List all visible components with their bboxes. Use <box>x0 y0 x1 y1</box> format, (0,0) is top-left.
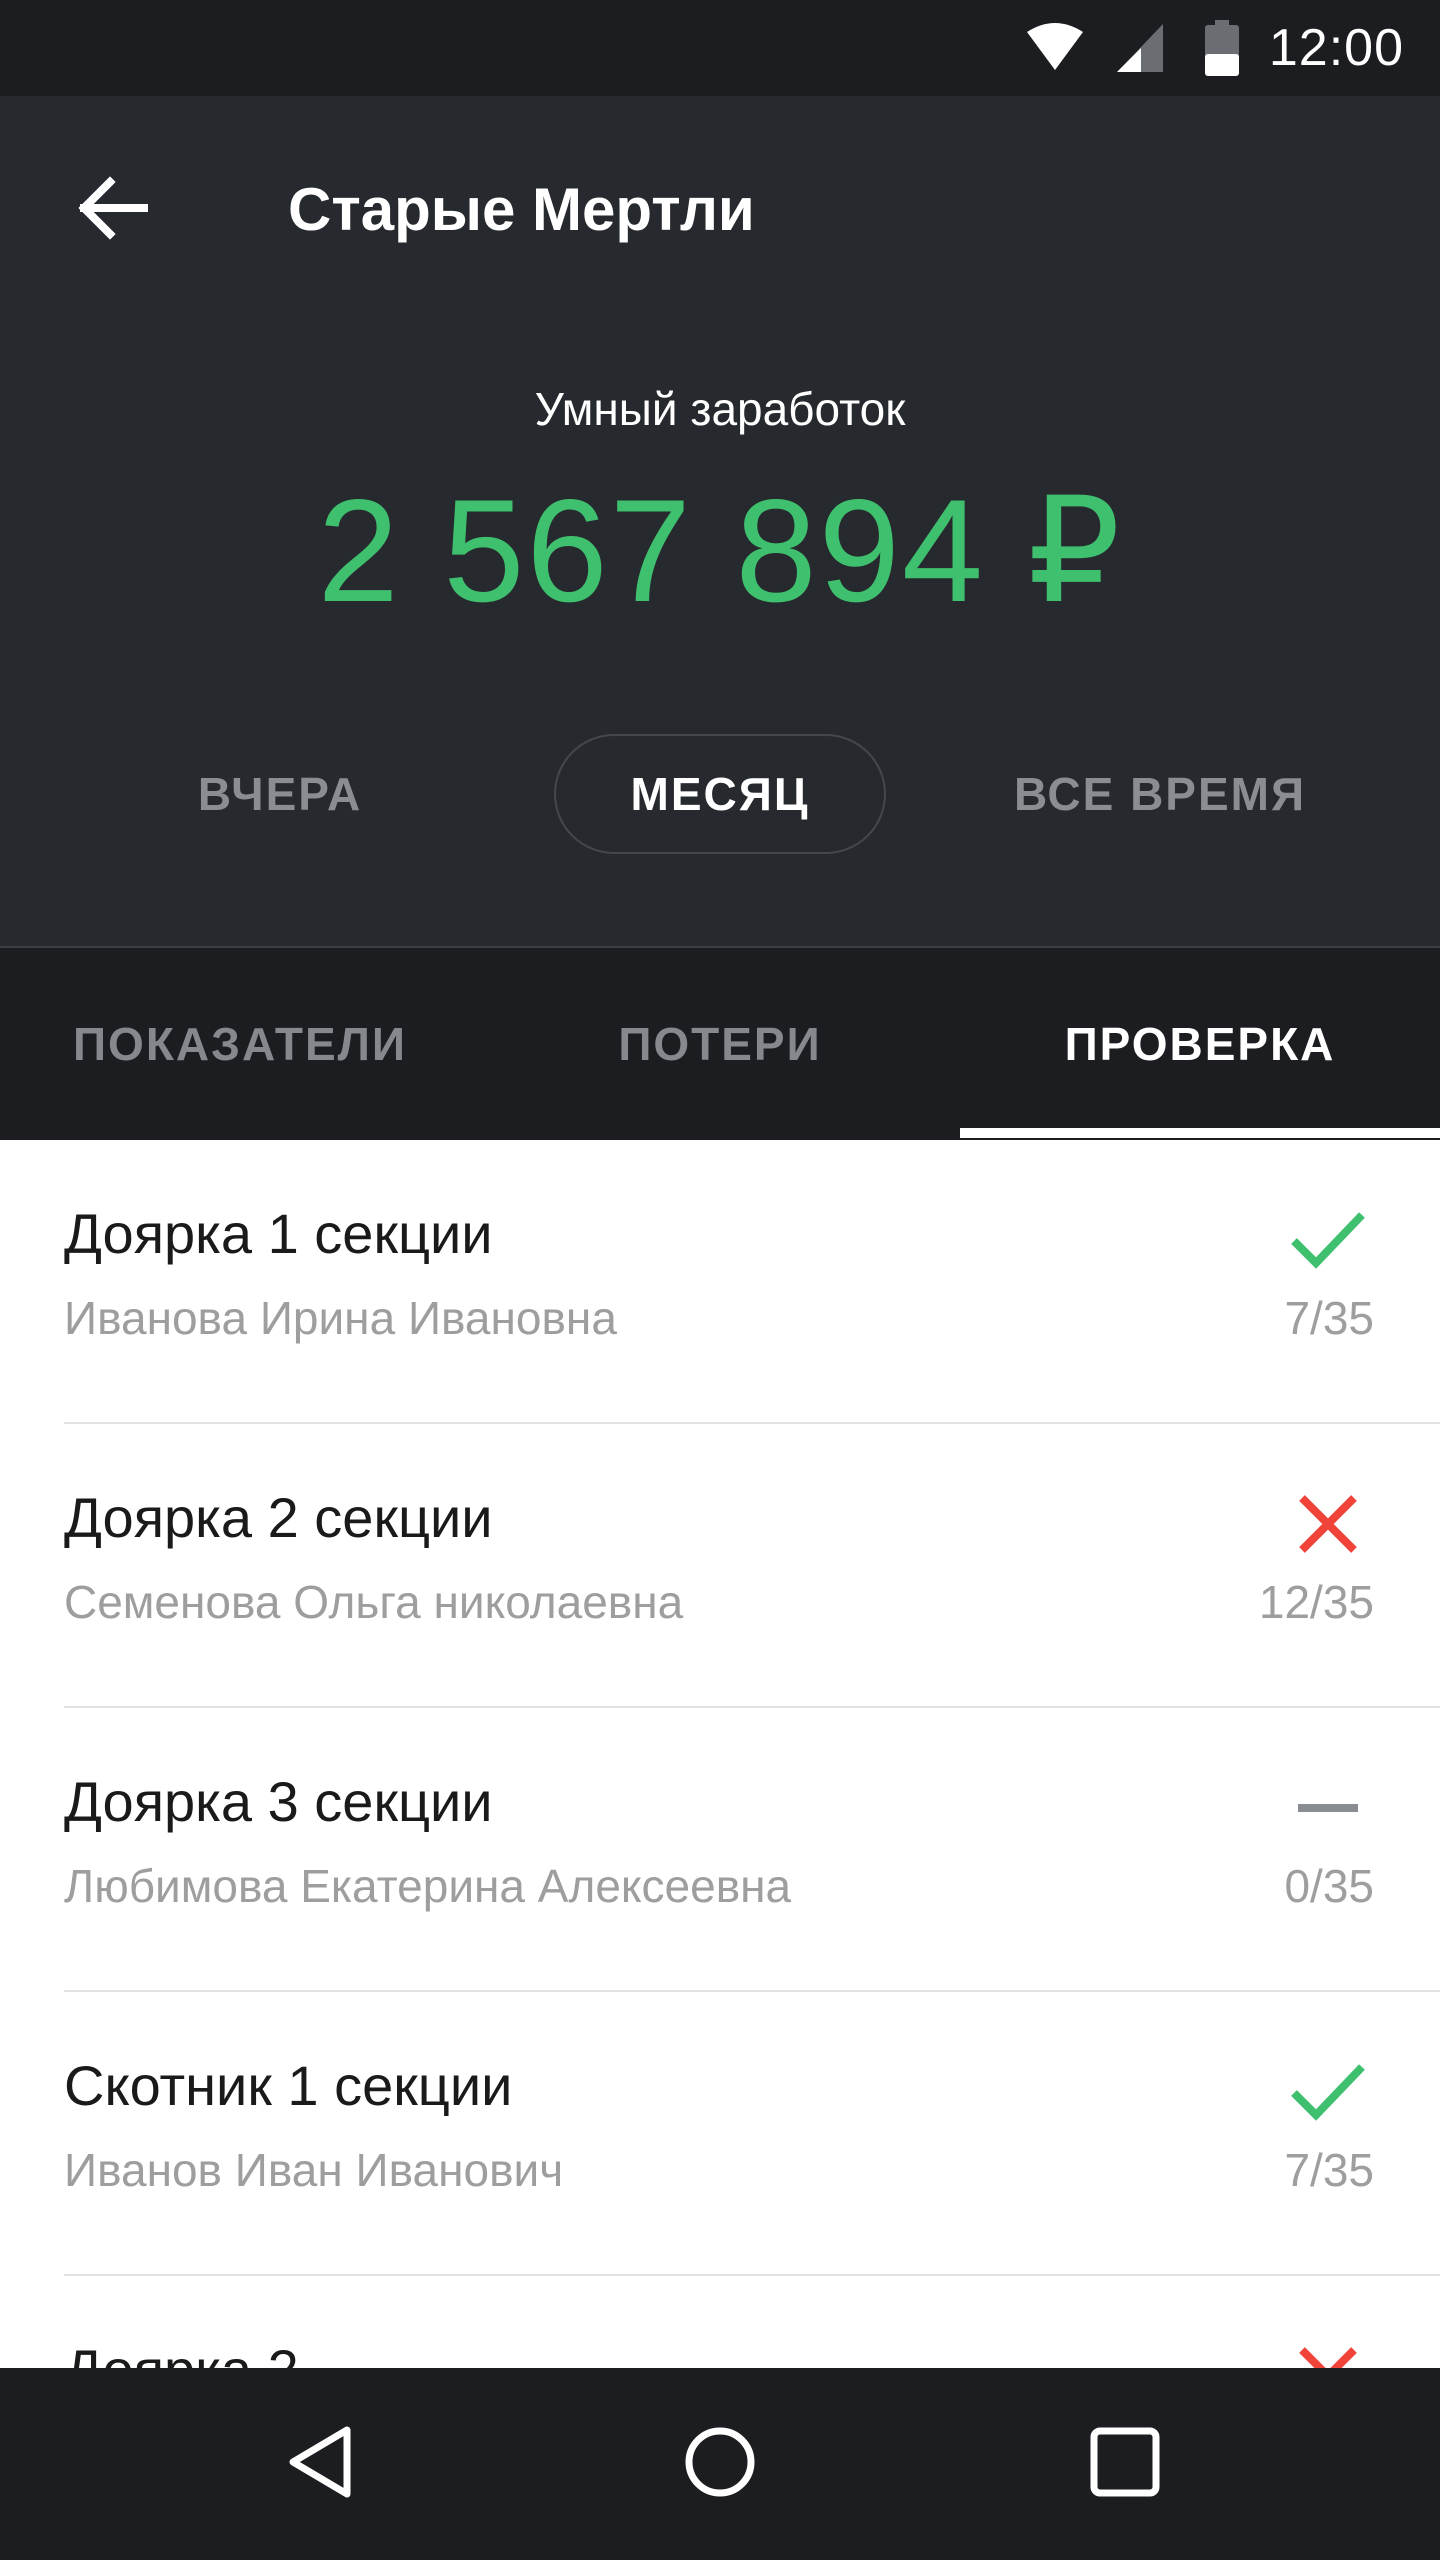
item-employee-name: Семенова Ольга николаевна <box>64 1576 684 1628</box>
back-button[interactable] <box>62 160 162 260</box>
check-icon <box>1278 2052 1378 2132</box>
item-employee-name: Иванова Ирина Ивановна <box>64 1292 617 1344</box>
status-time: 12:00 <box>1268 19 1404 77</box>
check-icon <box>1278 1200 1378 1280</box>
item-count: 0/35 <box>1284 1860 1374 1912</box>
home-circle-icon <box>684 2426 756 2503</box>
status-icons: 12:00 <box>1025 0 1404 96</box>
earnings-value: 2 567 894 ₽ <box>317 469 1123 632</box>
wifi-icon <box>1025 22 1085 74</box>
item-title: Доярка 2 секции <box>64 1486 493 1549</box>
item-employee-name: Иванов Иван Иванович <box>64 2144 564 2196</box>
item-count: 7/35 <box>1284 1292 1374 1344</box>
item-count: 7/35 <box>1284 2144 1374 2196</box>
navigation-bar <box>0 2368 1440 2560</box>
cross-icon <box>1278 2336 1378 2368</box>
dash-icon <box>1278 1768 1378 1848</box>
back-triangle-icon <box>285 2424 355 2505</box>
list-item[interactable]: Доярка 2 секции Семенова Ольга николаевн… <box>0 1424 1440 1708</box>
tab-check[interactable]: ПРОВЕРКА <box>960 948 1440 1140</box>
period-yesterday[interactable]: ВЧЕРА <box>140 734 420 854</box>
period-month[interactable]: МЕСЯЦ <box>554 734 886 854</box>
list-item[interactable]: Скотник 1 секции Иванов Иван Иванович 7/… <box>0 1992 1440 2276</box>
signal-icon <box>1115 22 1165 74</box>
nav-recents-button[interactable] <box>1075 2414 1175 2514</box>
list-item[interactable]: Доярка 2 <box>0 2276 1440 2368</box>
earnings-label: Умный заработок <box>534 383 906 435</box>
employee-list: Доярка 1 секции Иванова Ирина Ивановна 7… <box>0 1140 1440 2368</box>
item-title: Доярка 3 секции <box>64 1770 493 1833</box>
tab-bar: ПОКАЗАТЕЛИ ПОТЕРИ ПРОВЕРКА <box>0 948 1440 1140</box>
tab-losses[interactable]: ПОТЕРИ <box>480 948 960 1140</box>
item-title: Доярка 2 <box>64 2336 299 2368</box>
page-title: Старые Мертли <box>288 176 755 243</box>
item-title: Скотник 1 секции <box>64 2054 513 2117</box>
list-item[interactable]: Доярка 3 секции Любимова Екатерина Алекс… <box>0 1708 1440 1992</box>
nav-back-button[interactable] <box>270 2414 370 2514</box>
nav-home-button[interactable] <box>670 2414 770 2514</box>
header: Старые Мертли Умный заработок 2 567 894 … <box>0 96 1440 948</box>
tab-indicators[interactable]: ПОКАЗАТЕЛИ <box>0 948 480 1140</box>
battery-icon <box>1204 20 1239 76</box>
item-employee-name: Любимова Екатерина Алексеевна <box>64 1860 792 1912</box>
item-title: Доярка 1 секции <box>64 1202 493 1265</box>
item-count: 12/35 <box>1258 1576 1374 1628</box>
active-tab-indicator <box>960 1128 1440 1138</box>
recents-square-icon <box>1090 2427 1160 2502</box>
arrow-left-icon <box>76 175 148 245</box>
cross-icon <box>1278 1484 1378 1564</box>
period-all-time[interactable]: ВСЕ ВРЕМЯ <box>990 734 1330 854</box>
list-item[interactable]: Доярка 1 секции Иванова Ирина Ивановна 7… <box>0 1140 1440 1424</box>
status-bar: 12:00 <box>0 0 1440 96</box>
